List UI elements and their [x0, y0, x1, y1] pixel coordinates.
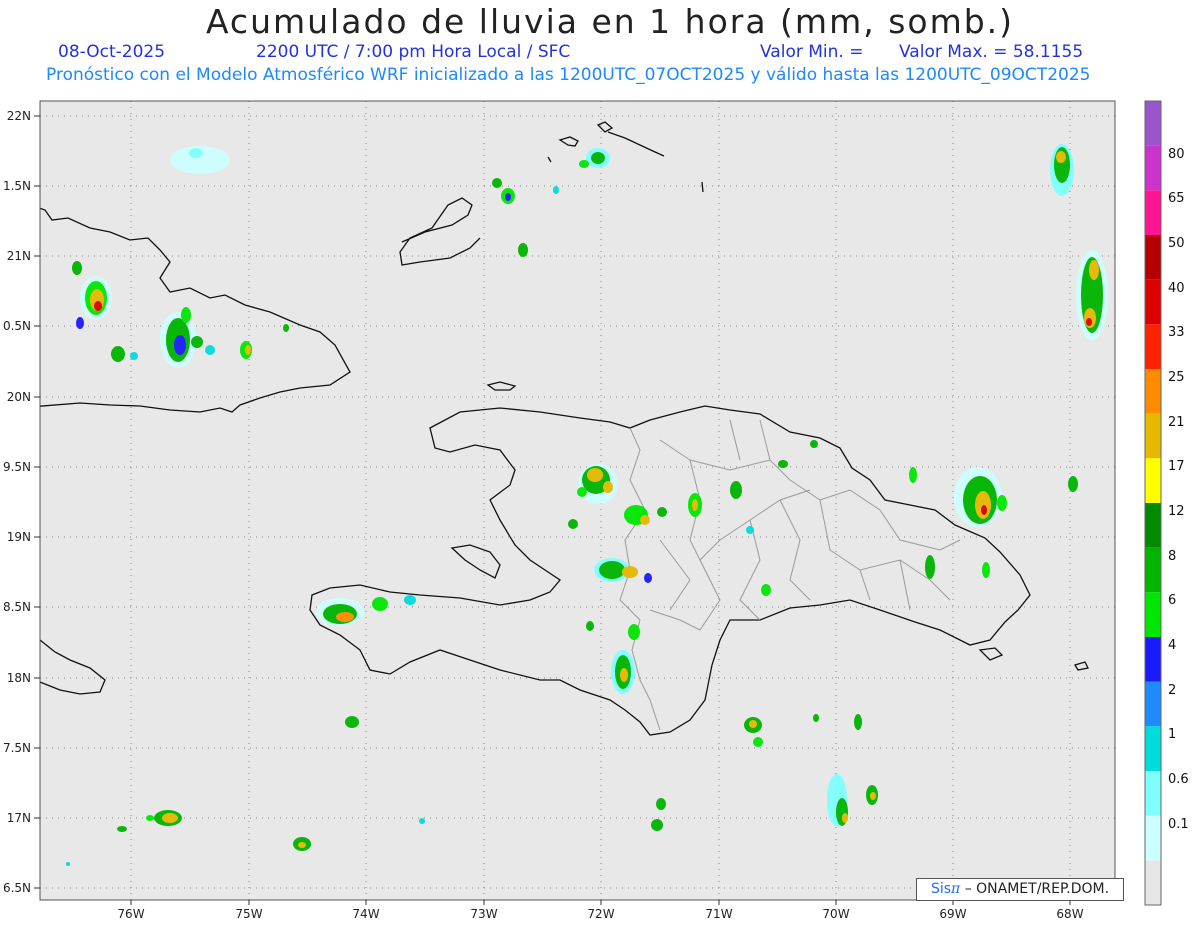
colorbar-swatch	[1145, 637, 1161, 682]
lat-label: 9.5N	[3, 460, 31, 474]
lat-label: 1.5N	[3, 179, 31, 193]
lon-labels: 76W 75W 74W 73W 72W 71W 70W 69W 68W	[117, 907, 1083, 921]
colorbar-label: 0.1	[1168, 816, 1189, 832]
credit-text: – ONAMET/REP.DOM.	[964, 881, 1110, 897]
colorbar-swatch	[1145, 235, 1161, 280]
lat-label: 20N	[7, 390, 31, 404]
lat-label: 8.5N	[3, 600, 31, 614]
colorbar-swatch	[1145, 681, 1161, 727]
colorbar-swatch	[1145, 771, 1161, 816]
colorbar-swatch	[1145, 324, 1161, 369]
lat-label: 19N	[7, 530, 31, 544]
lon-label: 72W	[587, 907, 614, 921]
colorbar-swatch	[1145, 190, 1161, 235]
lon-label: 74W	[352, 907, 379, 921]
colorbar-label: 2	[1168, 682, 1177, 698]
lon-label: 71W	[705, 907, 732, 921]
colorbar-swatch	[1145, 860, 1161, 905]
lon-label: 73W	[470, 907, 497, 921]
colorbar-label: 4	[1168, 638, 1177, 653]
colorbar-swatch	[1145, 279, 1161, 325]
lat-label: 22N	[7, 109, 31, 123]
colorbar-swatch	[1145, 592, 1161, 637]
colorbar-label: 50	[1168, 236, 1185, 251]
lat-label: 18N	[7, 671, 31, 685]
lat-label: 17N	[7, 811, 31, 825]
colorbar-label: 65	[1168, 191, 1185, 207]
colorbar-swatch	[1145, 815, 1161, 861]
colorbar-label: 1	[1168, 727, 1177, 743]
lat-label: 21N	[7, 249, 31, 263]
colorbar-swatch	[1145, 547, 1161, 593]
map-background	[40, 101, 1115, 900]
colorbar-label: 6	[1168, 593, 1177, 609]
colorbar-label: 80	[1168, 146, 1185, 162]
colorbar-label: 21	[1168, 414, 1185, 430]
colorbar-label: 8	[1168, 548, 1177, 564]
lat-labels: 22N 1.5N 21N 0.5N 20N 9.5N 19N 8.5N 18N …	[3, 109, 31, 895]
lon-label: 76W	[117, 907, 144, 921]
colorbar-swatch	[1145, 101, 1161, 146]
lon-label: 69W	[939, 907, 966, 921]
lat-label: 7.5N	[3, 741, 31, 755]
lat-label: 6.5N	[3, 881, 31, 895]
colorbar-swatch	[1145, 145, 1161, 191]
colorbar-swatch	[1145, 503, 1161, 548]
colorbar	[1144, 100, 1162, 906]
colorbar-label: 25	[1168, 370, 1185, 385]
lon-label: 68W	[1056, 907, 1083, 921]
rainfall-map: 22N 1.5N 21N 0.5N 20N 9.5N 19N 8.5N 18N …	[3, 100, 1162, 921]
colorbar-swatch	[1145, 369, 1161, 414]
credit-box: Sisπ – ONAMET/REP.DOM.	[916, 878, 1124, 901]
colorbar-swatch	[1145, 413, 1161, 459]
credit-pi: π	[951, 881, 961, 897]
colorbar-label: 12	[1168, 504, 1185, 519]
lon-label: 75W	[235, 907, 262, 921]
lat-ticks	[34, 115, 40, 889]
credit-sis: Sis	[930, 881, 952, 897]
colorbar-label: 33	[1168, 325, 1185, 341]
colorbar-label: 40	[1168, 280, 1185, 296]
colorbar-label: 17	[1168, 459, 1185, 475]
colorbar-swatch	[1145, 458, 1161, 503]
lat-label: 0.5N	[3, 319, 31, 333]
colorbar-swatch	[1145, 726, 1161, 771]
colorbar-label: 0.6	[1168, 772, 1189, 787]
lon-label: 70W	[822, 907, 849, 921]
